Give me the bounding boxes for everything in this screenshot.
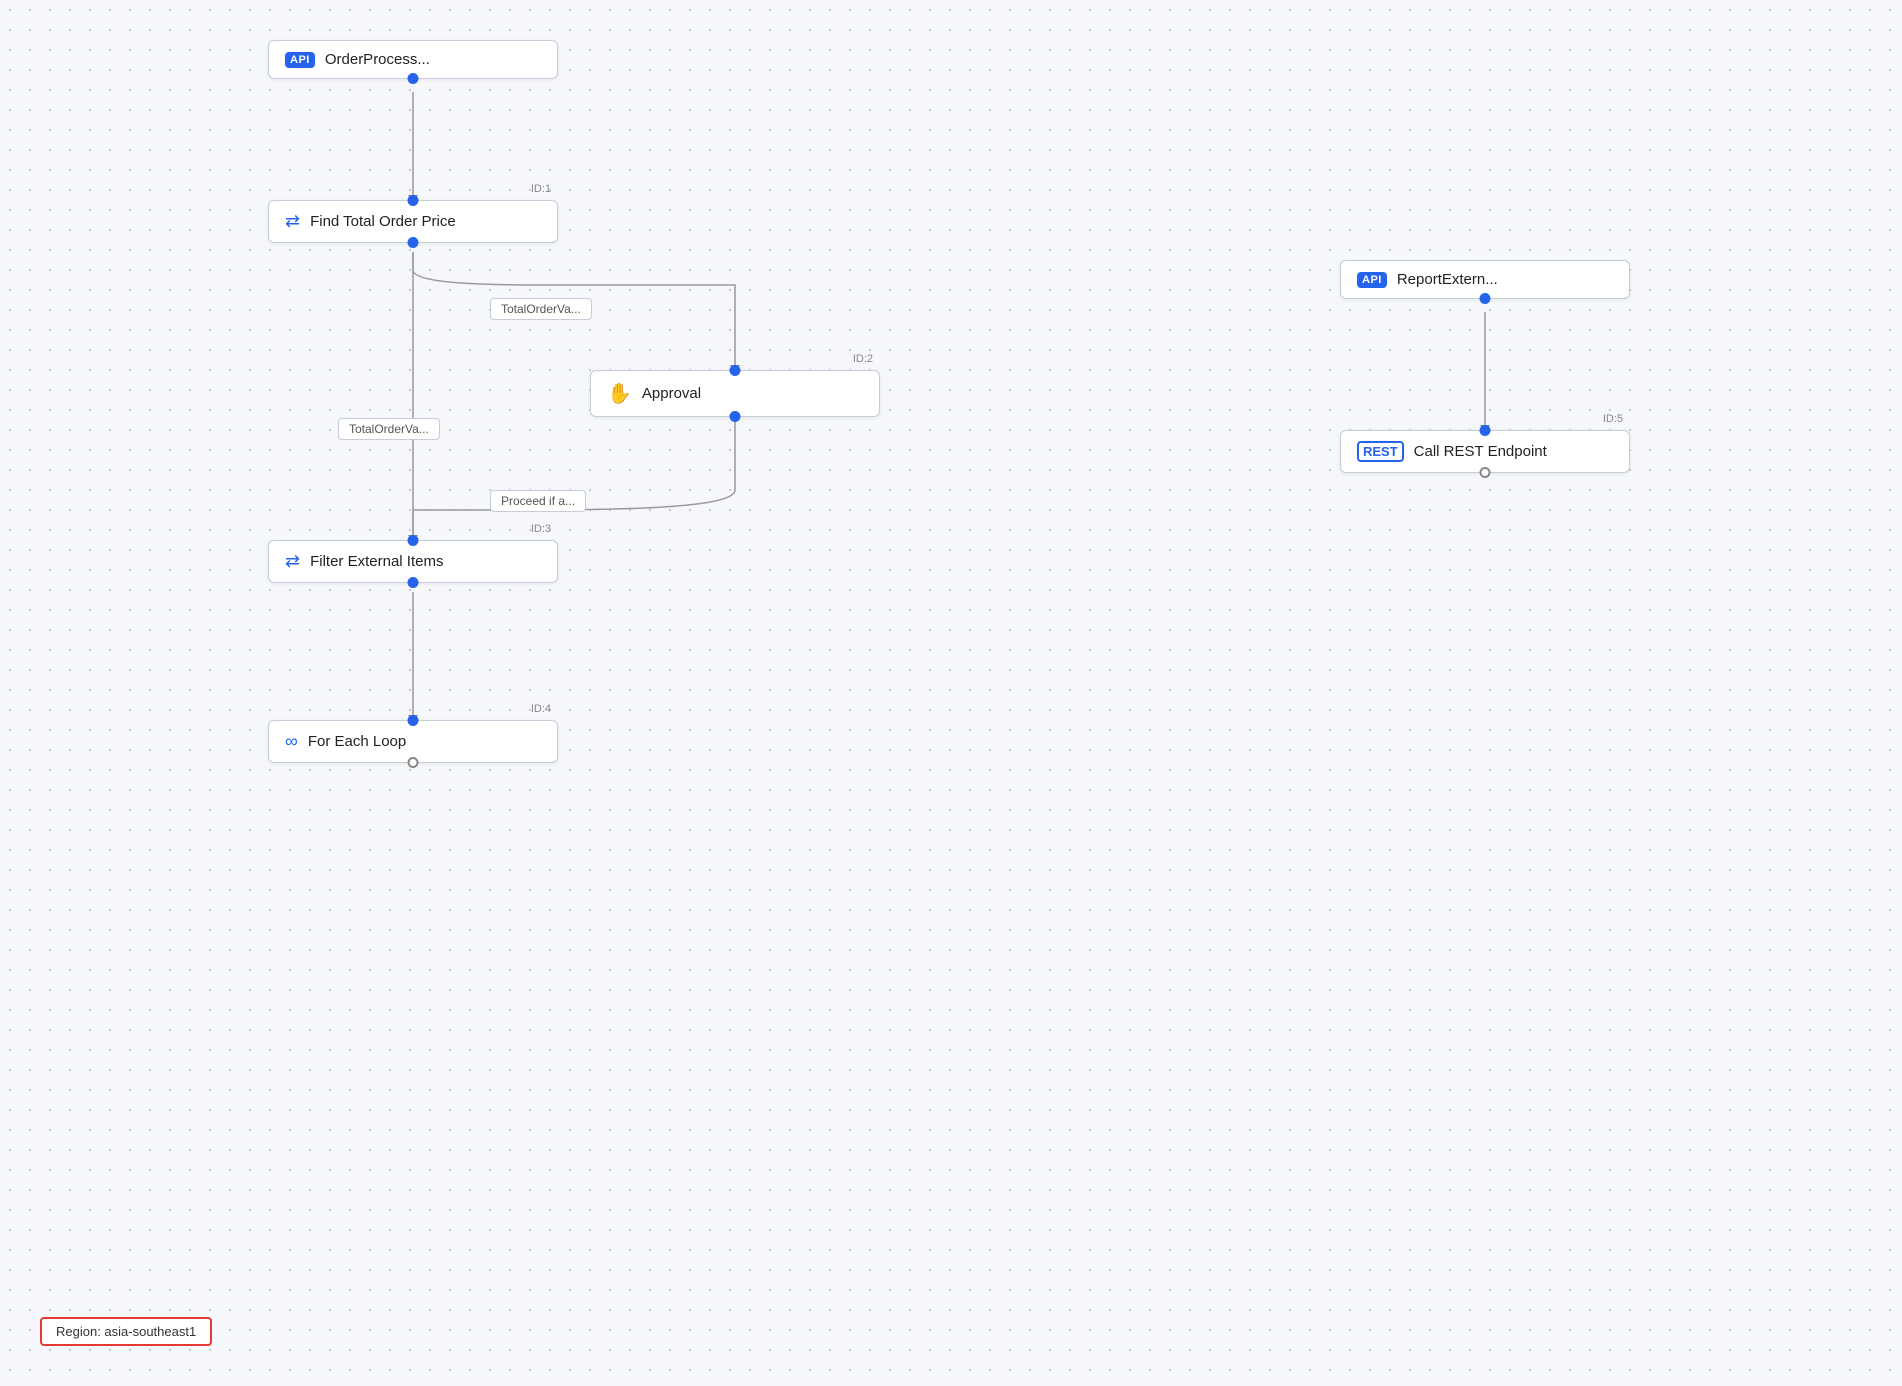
api-badge: API (1357, 272, 1387, 288)
node-for-each-loop[interactable]: ID:4 ∞ For Each Loop (268, 720, 558, 763)
node-id-label: ID:4 (531, 703, 551, 715)
node-call-rest-endpoint[interactable]: ID:5 REST Call REST Endpoint (1340, 430, 1630, 473)
node-label: Call REST Endpoint (1414, 443, 1547, 460)
rest-badge: REST (1357, 441, 1404, 462)
node-order-process[interactable]: API OrderProcess... (268, 40, 558, 79)
node-label: Approval (642, 385, 701, 402)
region-badge: Region: asia-southeast1 (40, 1317, 212, 1346)
workflow-canvas[interactable]: API OrderProcess... ID:1 ⇄ Find Total Or… (0, 0, 1902, 1386)
node-id-label: ID:1 (531, 183, 551, 195)
api-badge: API (285, 52, 315, 68)
node-find-total-order-price[interactable]: ID:1 ⇄ Find Total Order Price (268, 200, 558, 243)
conn-label-totalorderva-2: TotalOrderVa... (338, 418, 440, 440)
conn-label-totalorderva-1: TotalOrderVa... (490, 298, 592, 320)
output-dot (408, 237, 419, 248)
node-report-extern[interactable]: API ReportExtern... (1340, 260, 1630, 299)
node-approval[interactable]: ID:2 ✋ Approval (590, 370, 880, 417)
node-label: OrderProcess... (325, 51, 430, 68)
input-dot (1480, 425, 1491, 436)
output-dot-empty (408, 757, 419, 768)
hand-icon: ✋ (607, 381, 632, 406)
node-label: For Each Loop (308, 733, 406, 750)
input-dot (408, 195, 419, 206)
node-id-label: ID:5 (1603, 413, 1623, 425)
node-label: Find Total Order Price (310, 213, 456, 230)
output-dot (1480, 293, 1491, 304)
output-dot (408, 577, 419, 588)
input-dot (730, 365, 741, 376)
node-filter-external-items[interactable]: ID:3 ⇄ Filter External Items (268, 540, 558, 583)
node-id-label: ID:3 (531, 523, 551, 535)
output-dot-empty (1480, 467, 1491, 478)
output-dot (730, 411, 741, 422)
filter-icon: ⇄ (285, 211, 300, 232)
node-label: ReportExtern... (1397, 271, 1498, 288)
loop-icon: ∞ (285, 731, 298, 752)
filter-icon: ⇄ (285, 551, 300, 572)
input-dot (408, 715, 419, 726)
output-dot (408, 73, 419, 84)
input-dot (408, 535, 419, 546)
node-id-label: ID:2 (853, 353, 873, 365)
node-label: Filter External Items (310, 553, 443, 570)
conn-label-proceed-if: Proceed if a... (490, 490, 586, 512)
